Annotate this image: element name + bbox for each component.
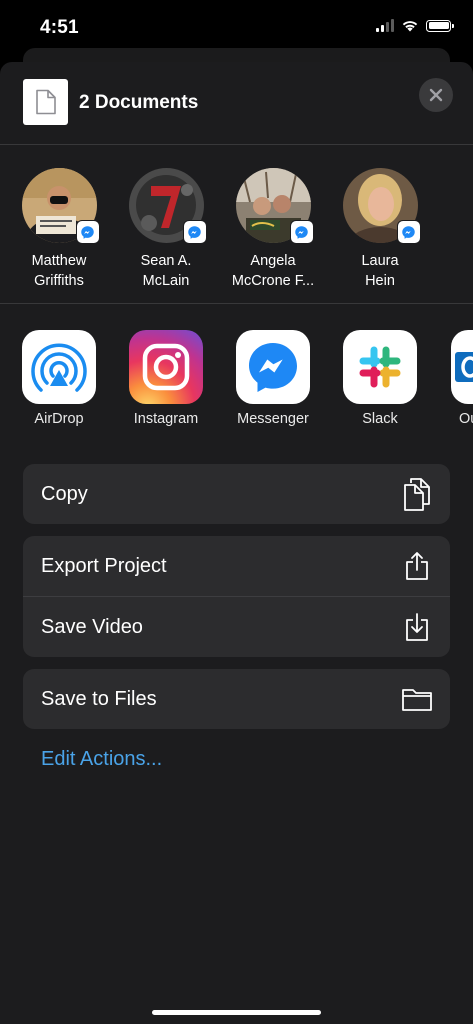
edit-actions-link[interactable]: Edit Actions...	[41, 748, 162, 771]
download-icon	[401, 611, 433, 643]
divider	[0, 144, 473, 145]
save-video-action[interactable]: Save Video	[23, 596, 450, 657]
document-icon	[35, 89, 56, 115]
action-group: Copy	[23, 464, 450, 524]
app-airdrop[interactable]: AirDrop	[9, 330, 109, 427]
action-label: Copy	[41, 483, 88, 505]
app-label: AirDrop	[34, 411, 84, 427]
outlook-icon	[451, 330, 473, 404]
action-group: Export Project Save Video	[23, 536, 450, 657]
app-label: Messenger	[237, 411, 309, 427]
battery-icon	[426, 19, 454, 32]
app-instagram[interactable]: Instagram	[116, 330, 216, 427]
airdrop-icon	[22, 330, 96, 404]
person-name: Matthew Griffiths	[31, 253, 87, 289]
messenger-badge-icon	[396, 220, 421, 244]
copy-icon	[401, 478, 433, 511]
status-icons	[376, 19, 454, 32]
wifi-icon	[402, 21, 418, 32]
close-icon	[429, 88, 443, 102]
app-label: Slack	[362, 411, 398, 427]
status-time: 4:51	[40, 17, 79, 38]
folder-icon	[401, 683, 433, 715]
avatar	[128, 168, 207, 244]
action-group: Save to Files	[23, 669, 450, 729]
share-title: 2 Documents	[79, 92, 199, 113]
close-button[interactable]	[419, 78, 453, 112]
slack-icon	[343, 330, 417, 404]
people-row: Matthew Griffiths Sean A. McLain Angela …	[0, 168, 473, 302]
person-item[interactable]: Sean A. McLain	[111, 168, 221, 291]
app-outlook[interactable]: Ou	[437, 330, 473, 427]
messenger-badge-icon	[289, 220, 314, 244]
messenger-badge-icon	[182, 220, 207, 244]
share-header: 2 Documents	[0, 62, 473, 144]
export-project-action[interactable]: Export Project	[23, 536, 450, 596]
avatar	[21, 168, 100, 244]
avatar	[342, 168, 421, 244]
share-icon	[401, 550, 433, 582]
person-name: Angela McCrone F...	[231, 253, 315, 289]
home-indicator	[152, 1010, 321, 1015]
messenger-badge-icon	[75, 220, 100, 244]
app-slack[interactable]: Slack	[330, 330, 430, 427]
divider	[0, 303, 473, 304]
action-label: Export Project	[41, 555, 167, 577]
document-thumbnail	[23, 79, 68, 125]
app-label: Ou	[459, 411, 473, 427]
avatar	[235, 168, 314, 244]
person-item[interactable]: Angela McCrone F...	[218, 168, 328, 291]
save-to-files-action[interactable]: Save to Files	[23, 669, 450, 729]
person-item[interactable]: Laura Hein	[325, 168, 435, 291]
copy-action[interactable]: Copy	[23, 464, 450, 524]
apps-row: AirDrop Instagram Messenger Slack O	[0, 330, 473, 430]
share-sheet: 2 Documents Matthew Griffiths Sean A. Mc…	[0, 62, 473, 1024]
instagram-icon	[129, 330, 203, 404]
messenger-icon	[236, 330, 310, 404]
status-bar: 4:51	[0, 0, 473, 52]
person-name: Sean A. McLain	[140, 253, 192, 289]
action-label: Save Video	[41, 616, 143, 638]
app-messenger[interactable]: Messenger	[223, 330, 323, 427]
cellular-signal-icon	[376, 19, 394, 32]
person-item[interactable]: Matthew Griffiths	[4, 168, 114, 291]
person-name: Laura Hein	[361, 253, 399, 289]
app-label: Instagram	[133, 411, 199, 427]
action-label: Save to Files	[41, 688, 157, 710]
